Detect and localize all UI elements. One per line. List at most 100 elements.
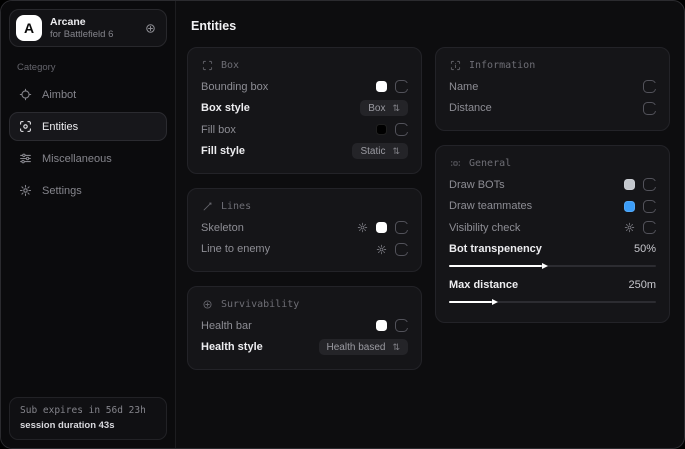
- visibility-check-checkbox[interactable]: [643, 221, 656, 234]
- sidebar-item-aimbot[interactable]: Aimbot: [9, 80, 167, 109]
- row-label: Max distance: [449, 279, 518, 291]
- chevron-updown-icon: ⇅: [392, 343, 400, 352]
- health-style-select-value: Health based: [327, 342, 386, 353]
- logo-card: A Arcane for Battlefield 6: [9, 9, 167, 47]
- health-bar-checkbox[interactable]: [395, 319, 408, 332]
- fill-box-color-swatch[interactable]: [376, 124, 387, 135]
- row-bot-transpenency: Bot transpenency 50%: [449, 239, 656, 275]
- fill-box-checkbox[interactable]: [395, 123, 408, 136]
- row-label: Draw BOTs: [449, 179, 505, 191]
- health-style-select[interactable]: Health based ⇅: [319, 339, 408, 355]
- card-columns: BoxBounding boxBox styleBox⇅Fill boxFill…: [187, 47, 670, 370]
- skeleton-checkbox[interactable]: [395, 221, 408, 234]
- sidebar-nav: Aimbot Entities Miscellaneous Settings: [9, 80, 167, 208]
- row-label: Bot transpenency: [449, 243, 542, 255]
- card-title: Survivability: [221, 299, 299, 310]
- max-distance-slider[interactable]: [449, 301, 656, 303]
- category-label: Category: [17, 62, 167, 73]
- bounding-box-color-swatch[interactable]: [376, 81, 387, 92]
- main-panel: Entities BoxBounding boxBox styleBox⇅Fil…: [176, 1, 684, 448]
- app-window: A Arcane for Battlefield 6 Category Aimb…: [0, 0, 685, 449]
- draw-teammates-color-swatch[interactable]: [624, 201, 635, 212]
- box-style-select[interactable]: Box ⇅: [360, 100, 408, 116]
- fill-style-select-value: Static: [360, 146, 385, 157]
- bot-transpenency-slider-thumb[interactable]: [542, 263, 548, 269]
- chevron-updown-icon: ⇅: [392, 147, 400, 156]
- line-to-enemy-checkbox[interactable]: [395, 243, 408, 256]
- sidebar-item-label: Entities: [42, 121, 78, 133]
- distance-checkbox[interactable]: [643, 102, 656, 115]
- sub-expiry-text: Sub expires in 56d 23h: [20, 405, 156, 416]
- fill-style-select[interactable]: Static ⇅: [352, 143, 408, 159]
- sidebar-item-settings[interactable]: Settings: [9, 176, 167, 205]
- skeleton-settings-gear-icon[interactable]: [357, 222, 368, 233]
- row-bounding-box: Bounding box: [201, 76, 408, 98]
- row-draw-bots: Draw BOTs: [449, 174, 656, 196]
- crosshair-icon: [19, 88, 32, 101]
- logo-text: Arcane for Battlefield 6: [50, 16, 113, 40]
- box-style-select-value: Box: [368, 103, 385, 114]
- card-title: Box: [221, 60, 239, 71]
- line-to-enemy-settings-gear-icon[interactable]: [376, 244, 387, 255]
- draw-teammates-checkbox[interactable]: [643, 200, 656, 213]
- row-fill-box: Fill box: [201, 119, 408, 141]
- sliders-icon: [19, 152, 32, 165]
- scan-person-icon: [19, 120, 32, 133]
- max-distance-slider-thumb[interactable]: [492, 299, 498, 305]
- row-skeleton: Skeleton: [201, 217, 408, 239]
- target-icon[interactable]: [144, 22, 157, 35]
- app-subtitle: for Battlefield 6: [50, 29, 113, 40]
- info-scan-icon: [450, 60, 461, 71]
- session-duration-text: session duration 43s: [20, 420, 156, 431]
- row-draw-teammates: Draw teammates: [449, 196, 656, 218]
- health-icon: [202, 299, 213, 310]
- visibility-check-settings-gear-icon[interactable]: [624, 222, 635, 233]
- card-header: General: [450, 158, 656, 169]
- row-label: Name: [449, 81, 478, 93]
- left-column: BoxBounding boxBox styleBox⇅Fill boxFill…: [187, 47, 422, 370]
- bounding-box-checkbox[interactable]: [395, 80, 408, 93]
- sidebar-item-label: Settings: [42, 185, 82, 197]
- card-title: Information: [469, 60, 535, 71]
- health-bar-color-swatch[interactable]: [376, 320, 387, 331]
- card-survivability: SurvivabilityHealth barHealth styleHealt…: [187, 286, 422, 370]
- row-visibility-check: Visibility check: [449, 217, 656, 239]
- row-label: Skeleton: [201, 222, 244, 234]
- card-lines: LinesSkeletonLine to enemy: [187, 188, 422, 272]
- draw-bots-checkbox[interactable]: [643, 178, 656, 191]
- card-header: Box: [202, 60, 408, 71]
- draw-bots-color-swatch[interactable]: [624, 179, 635, 190]
- skeleton-color-swatch[interactable]: [376, 222, 387, 233]
- chevron-updown-icon: ⇅: [392, 104, 400, 113]
- line-diagonal-icon: [202, 201, 213, 212]
- card-header: Information: [450, 60, 656, 71]
- card-header: Survivability: [202, 299, 408, 310]
- sidebar-item-miscellaneous[interactable]: Miscellaneous: [9, 144, 167, 173]
- subscription-status-card: Sub expires in 56d 23h session duration …: [9, 397, 167, 440]
- page-title: Entities: [191, 19, 670, 33]
- card-title: General: [469, 158, 511, 169]
- row-label: Health bar: [201, 320, 252, 332]
- row-fill-style: Fill style Static ⇅: [201, 141, 408, 163]
- bot-transpenency-slider[interactable]: [449, 265, 656, 267]
- row-label: Fill style: [201, 145, 245, 157]
- name-checkbox[interactable]: [643, 80, 656, 93]
- row-health-bar: Health bar: [201, 315, 408, 337]
- card-information: Information Name Distance: [435, 47, 670, 131]
- grid-dots-icon: [450, 158, 461, 169]
- max-distance-value: 250m: [628, 279, 656, 291]
- gear-icon: [19, 184, 32, 197]
- bot-transpenency-value: 50%: [634, 243, 656, 255]
- row-label: Bounding box: [201, 81, 268, 93]
- card-general: General Draw BOTs Draw teammates Visibility…: [435, 145, 670, 323]
- card-title: Lines: [221, 201, 251, 212]
- sidebar-item-label: Miscellaneous: [42, 153, 112, 165]
- app-logo: A: [16, 15, 42, 41]
- sidebar: A Arcane for Battlefield 6 Category Aimb…: [1, 1, 176, 448]
- sidebar-item-entities[interactable]: Entities: [9, 112, 167, 141]
- row-label: Draw teammates: [449, 200, 532, 212]
- sidebar-item-label: Aimbot: [42, 89, 76, 101]
- row-label: Distance: [449, 102, 492, 114]
- row-health-style: Health styleHealth based⇅: [201, 337, 408, 359]
- row-distance: Distance: [449, 98, 656, 120]
